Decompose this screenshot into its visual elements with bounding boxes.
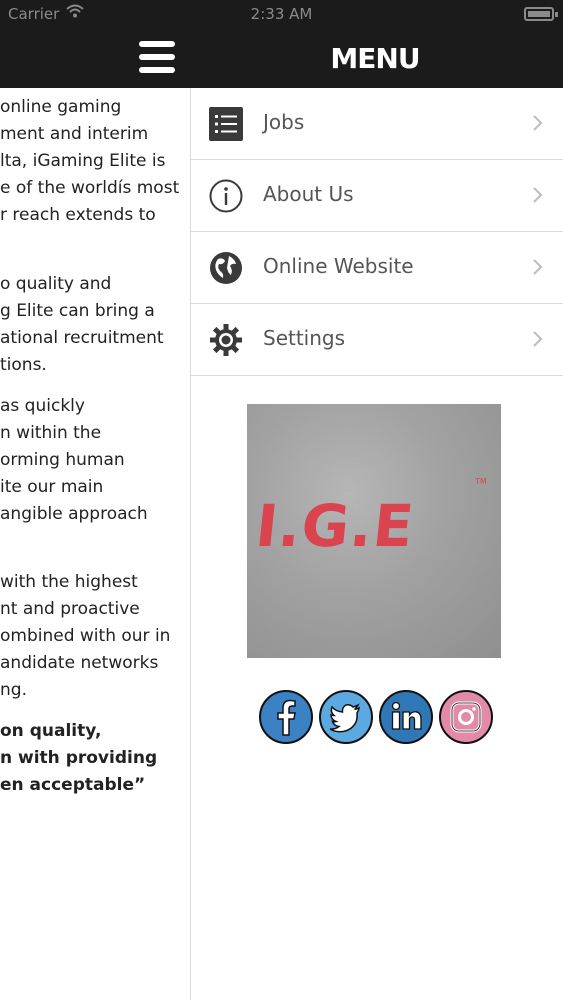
background-quote-line: on quality, [0, 721, 102, 741]
info-icon [209, 179, 243, 213]
twitter-icon[interactable] [319, 690, 373, 744]
menu-item-label: Jobs [263, 110, 305, 134]
ige-logo: I.G.E TM [247, 404, 501, 658]
linkedin-icon[interactable] [379, 690, 433, 744]
menu-item-label: Settings [263, 326, 346, 350]
menu-item-label: Online Website [263, 254, 414, 278]
background-text-line: andidate networks [0, 653, 159, 673]
background-page-content: online gaming ment and interim lta, iGam… [0, 88, 190, 1000]
logo-tm: TM [474, 477, 487, 486]
background-text-line: g Elite can bring a [0, 301, 155, 321]
background-text-line: e of the worldís most [0, 178, 180, 198]
background-text-line: orming human [0, 450, 125, 470]
facebook-icon[interactable] [259, 690, 313, 744]
background-quote-line: n with providing [0, 748, 158, 768]
chevron-right-icon [532, 113, 544, 133]
hamburger-menu-icon[interactable] [139, 41, 175, 73]
background-text-line: angible approach [0, 504, 148, 524]
nav-header: MENU [0, 30, 563, 88]
background-text-line: n within the [0, 423, 102, 443]
background-text-line: with the highest [0, 572, 138, 592]
instagram-icon[interactable] [439, 690, 493, 744]
status-time: 2:33 AM [250, 5, 313, 23]
background-text-line: as quickly [0, 396, 85, 416]
chevron-right-icon [532, 185, 544, 205]
chevron-right-icon [532, 257, 544, 277]
menu-item-jobs[interactable]: Jobs [191, 88, 563, 160]
background-text-line: ment and interim [0, 124, 149, 144]
background-text-line: r reach extends to [0, 205, 156, 225]
logo-text: I.G.E [253, 492, 418, 560]
background-quote-line: en acceptable” [0, 775, 146, 795]
menu-title: MENU [330, 42, 420, 75]
menu-item-online-website[interactable]: Online Website [191, 232, 563, 304]
chevron-right-icon [532, 329, 544, 349]
background-text-line: ng. [0, 680, 27, 700]
menu-item-label: About Us [263, 182, 354, 206]
background-text-line: ombined with our in [0, 626, 171, 646]
background-text-line: ite our main [0, 477, 104, 497]
background-text-line: online gaming [0, 97, 122, 117]
background-text-line: tions. [0, 355, 47, 375]
background-text-line: o quality and [0, 274, 112, 294]
background-text-line: ational recruitment [0, 328, 164, 348]
globe-icon [209, 251, 243, 285]
background-text-line: lta, iGaming Elite is [0, 151, 166, 171]
menu-item-settings[interactable]: Settings [191, 304, 563, 376]
status-bar: Carrier 2:33 AM [0, 0, 563, 30]
background-text-line: nt and proactive [0, 599, 140, 619]
battery-icon [524, 7, 558, 21]
list-icon [209, 107, 243, 141]
menu-item-about-us[interactable]: About Us [191, 160, 563, 232]
gear-icon [209, 323, 243, 357]
